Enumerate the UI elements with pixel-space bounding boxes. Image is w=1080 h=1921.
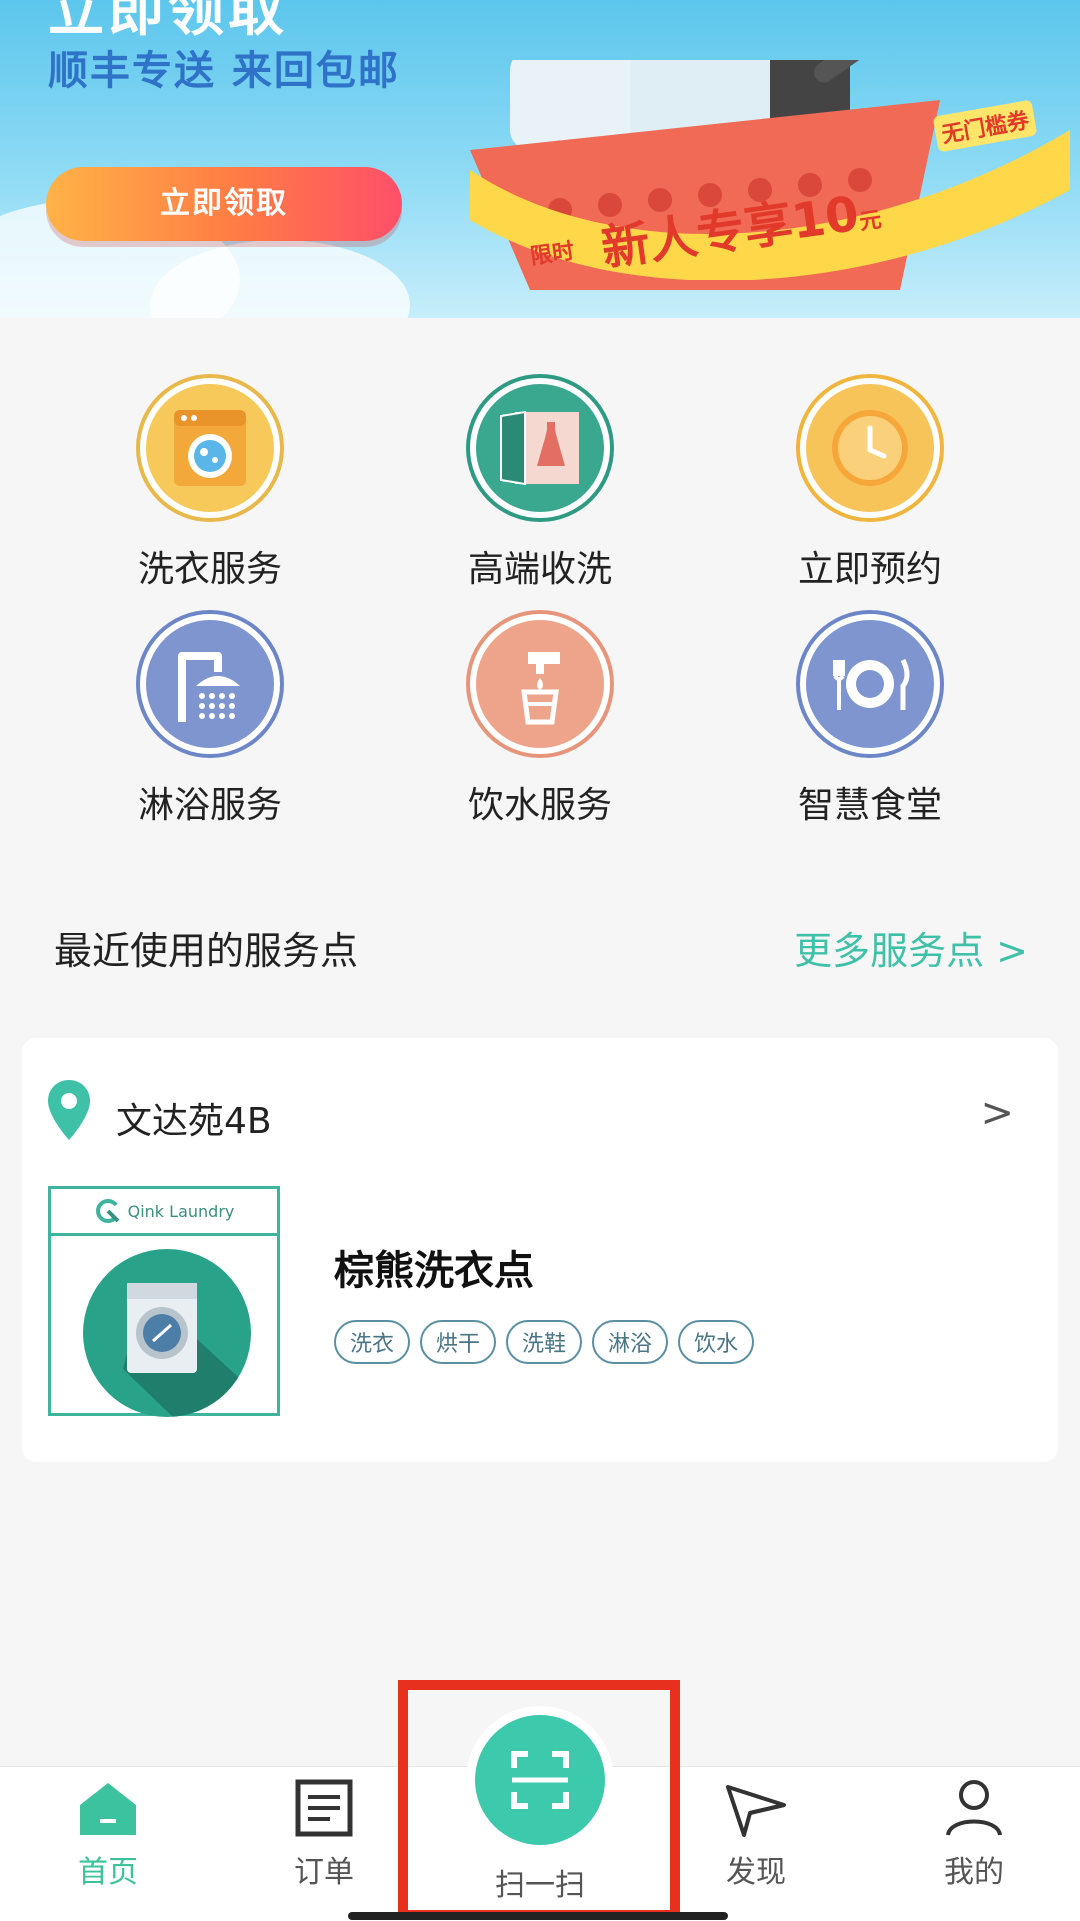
store-logo: Qink Laundry <box>51 1189 277 1236</box>
plate-cutlery-icon <box>800 614 940 754</box>
service-label: 高端收洗 <box>467 549 612 590</box>
recent-section-title: 最近使用的服务点 <box>54 929 359 973</box>
nav-mine[interactable]: 我的 <box>904 1779 1044 1891</box>
washing-machine-icon <box>140 378 280 518</box>
claim-now-button[interactable]: 立即领取 <box>46 167 402 241</box>
service-smart-canteen[interactable]: 智慧食堂 <box>740 614 1000 828</box>
washer-illustration <box>83 1249 251 1417</box>
promo-banner[interactable]: 立即领取 顺丰专送 来回包邮 立即领取 限时 新人专享10元 无门槛券 <box>0 0 1080 318</box>
nav-home-label: 首页 <box>78 1855 138 1890</box>
service-tag: 饮水 <box>678 1320 755 1364</box>
store-logo-text: Qink Laundry <box>127 1201 235 1221</box>
service-tag: 洗衣 <box>334 1320 411 1364</box>
ribbon-prefix: 限时 <box>528 239 576 270</box>
service-shower[interactable]: 淋浴服务 <box>80 614 340 828</box>
service-book-now[interactable]: 立即预约 <box>740 378 1000 592</box>
home-icon <box>80 1783 136 1835</box>
home-indicator <box>348 1912 728 1920</box>
more-service-points-link[interactable]: 更多服务点 > <box>794 920 1028 975</box>
location-pin-icon <box>48 1080 90 1140</box>
scan-highlight-box <box>398 1680 680 1920</box>
nav-orders-label: 订单 <box>294 1855 354 1890</box>
qink-logo-icon <box>95 1199 120 1223</box>
service-tag: 洗鞋 <box>506 1320 583 1364</box>
service-tag: 烘干 <box>420 1320 497 1364</box>
nav-mine-label: 我的 <box>944 1855 1004 1890</box>
user-icon <box>946 1780 1002 1836</box>
clock-icon <box>800 378 940 518</box>
orders-icon <box>295 1779 353 1837</box>
banner-headline: 顺丰专送 来回包邮 <box>48 48 400 94</box>
store-name: 棕熊洗衣点 <box>334 1248 534 1294</box>
service-label: 饮水服务 <box>467 785 612 826</box>
store-thumbnail: Qink Laundry <box>48 1186 280 1417</box>
shower-icon <box>140 614 280 754</box>
location-name: 文达苑4B <box>116 1101 272 1142</box>
service-label: 智慧食堂 <box>797 785 942 826</box>
nav-discover[interactable]: 发现 <box>686 1779 826 1891</box>
service-label: 立即预约 <box>797 549 942 590</box>
store-tags: 洗衣 烘干 洗鞋 淋浴 饮水 <box>334 1320 755 1364</box>
service-label: 淋浴服务 <box>137 785 282 826</box>
nav-discover-label: 发现 <box>726 1855 786 1890</box>
service-premium-wash[interactable]: 高端收洗 <box>410 378 670 592</box>
water-tap-icon <box>470 614 610 754</box>
chevron-right-icon[interactable]: > <box>980 1090 1014 1136</box>
service-drinking-water[interactable]: 饮水服务 <box>410 614 670 828</box>
wardrobe-dress-icon <box>470 378 610 518</box>
ribbon-unit: 元 <box>857 207 884 236</box>
service-laundry[interactable]: 洗衣服务 <box>80 378 340 592</box>
service-tag: 淋浴 <box>592 1320 669 1364</box>
nav-home[interactable]: 首页 <box>38 1779 178 1891</box>
service-label: 洗衣服务 <box>137 549 282 590</box>
send-arrow-icon <box>726 1785 786 1837</box>
service-point-card[interactable]: 文达苑4B > Qink Laundry 棕熊洗衣点 洗衣 烘干 洗鞋 淋浴 饮… <box>22 1038 1058 1462</box>
nav-orders[interactable]: 订单 <box>254 1779 394 1891</box>
